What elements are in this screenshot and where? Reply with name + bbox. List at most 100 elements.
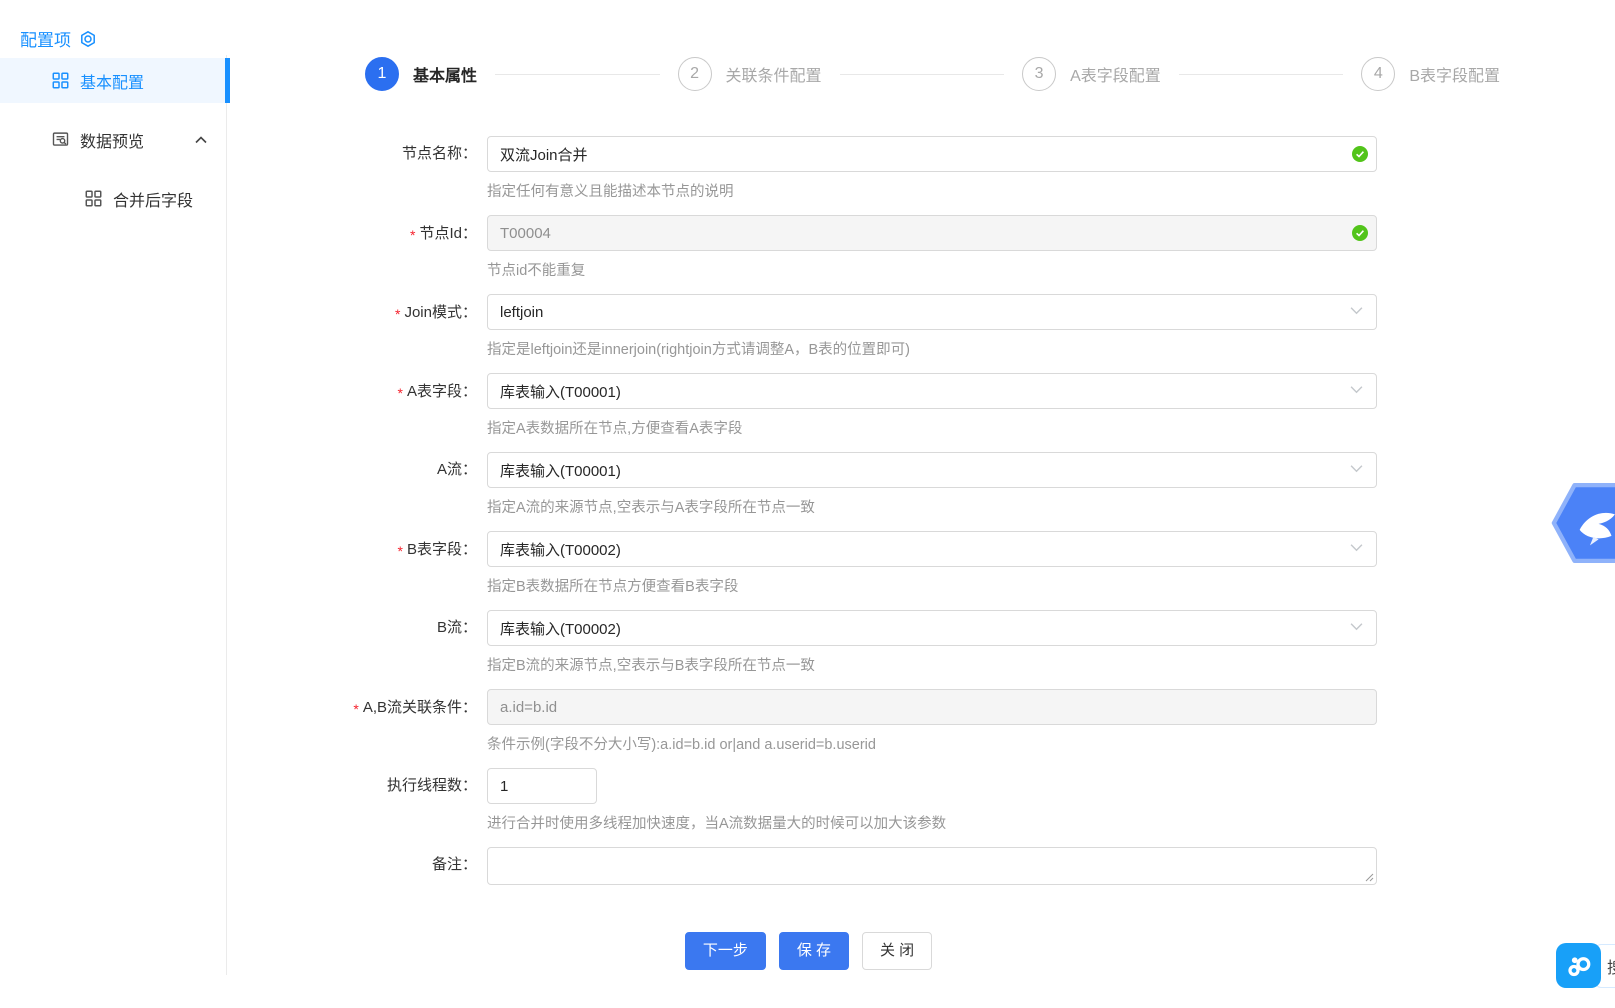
step-number: 2	[677, 57, 712, 91]
step-label: 基本属性	[413, 68, 478, 85]
field-label: * Join模式：	[227, 294, 487, 331]
step-connector	[495, 73, 660, 75]
chevron-down-icon	[1350, 543, 1363, 552]
form-row-remark: 备注：	[227, 847, 1390, 885]
field-helper: 指定A流的来源节点,空表示与A表字段所在节点一致	[487, 500, 815, 516]
field-body: 进行合并时使用多线程加快速度，当A流数据量大的时候可以加大该参数	[487, 768, 946, 833]
form-row-join-condition: *A,B流关联条件：条件示例(字段不分大小写):a.id=b.id or|and…	[227, 689, 1390, 754]
field-body: 库表输入(T00001) 指定A表数据所在节点,方便查看A表字段	[487, 373, 1377, 438]
field-helper: 指定B流的来源节点,空表示与B表字段所在节点一致	[487, 658, 815, 674]
field-label-text: 节点名称：	[401, 145, 477, 162]
field-helper: 进行合并时使用多线程加快速度，当A流数据量大的时候可以加大该参数	[487, 816, 947, 832]
remark-textarea[interactable]	[487, 847, 1377, 885]
select-value: 库表输入(T00001)	[500, 462, 621, 480]
form-row-thread-count: 执行线程数： 进行合并时使用多线程加快速度，当A流数据量大的时候可以加大该参数	[227, 768, 1390, 833]
sidebar-item-label: 基本配置	[80, 74, 145, 92]
close-button[interactable]: 关 闭	[862, 932, 933, 970]
valid-check-icon	[1352, 146, 1368, 162]
step-2[interactable]: 2 关联条件配置	[677, 57, 822, 91]
field-label: * 节点Id：	[227, 215, 487, 252]
node-name-field	[487, 136, 1377, 172]
chevron-down-icon	[1350, 306, 1363, 315]
required-asterisk: *	[397, 385, 403, 401]
grid-icon	[85, 190, 102, 207]
field-body: 指定任何有意义且能描述本节点的说明	[487, 136, 1377, 201]
field-label: B流：	[227, 610, 487, 646]
field-label-text: A表字段：	[406, 383, 477, 400]
assistant-bird-badge[interactable]	[1541, 480, 1615, 566]
file-search-icon	[52, 131, 69, 148]
sidebar-title: 配置项	[20, 26, 97, 51]
step-label: B表字段配置	[1409, 68, 1500, 85]
join-mode-select[interactable]: leftjoin	[487, 294, 1377, 330]
form-row-join-mode: * Join模式： leftjoin 指定是leftjoin还是innerjoin(r…	[227, 294, 1390, 359]
select-value: 库表输入(T00002)	[500, 541, 621, 559]
step-1[interactable]: 1 基本属性	[365, 57, 477, 91]
field-helper: 条件示例(字段不分大小写):a.id=b.id or|and a.userid=…	[487, 737, 876, 753]
netdisk-app-icon[interactable]	[1556, 943, 1601, 988]
form-row-stream-a: A流： 库表输入(T00001) 指定A流的来源节点,空表示与A表字段所在节点一致	[227, 452, 1390, 517]
field-helper: 指定B表数据所在节点方便查看B表字段	[487, 579, 739, 595]
field-label-text: 节点Id：	[419, 225, 477, 242]
required-asterisk: *	[410, 227, 416, 243]
field-label: A流：	[227, 452, 487, 488]
required-asterisk: *	[397, 543, 403, 559]
field-helper: 指定任何有意义且能描述本节点的说明	[487, 184, 734, 200]
step-number: 1	[365, 57, 399, 91]
sidebar-item-merged-fields[interactable]: 合并后字段	[0, 176, 227, 221]
field-body: leftjoin 指定是leftjoin还是innerjoin(rightjoin…	[487, 294, 1377, 359]
field-label-text: A,B流关联条件：	[362, 699, 477, 716]
join-condition-field	[487, 689, 1377, 725]
thread-count-field	[487, 768, 597, 804]
footer-actions: 下一步保 存关 闭	[227, 932, 1390, 970]
caret-up-icon[interactable]	[195, 135, 207, 144]
field-body: 条件示例(字段不分大小写):a.id=b.id or|and a.userid=…	[487, 689, 1377, 754]
chevron-down-icon	[1350, 385, 1363, 394]
stream-b-select[interactable]: 库表输入(T00002)	[487, 610, 1377, 646]
form-row-node-name: 节点名称： 指定任何有意义且能描述本节点的说明	[227, 136, 1390, 201]
step-number: 3	[1022, 57, 1057, 91]
resize-handle-icon[interactable]	[1365, 873, 1374, 882]
step-4[interactable]: 4 B表字段配置	[1361, 57, 1500, 91]
step-connector	[1178, 73, 1344, 75]
field-body: 库表输入(T00002) 指定B表数据所在节点方便查看B表字段	[487, 531, 1377, 596]
field-label-text: B表字段：	[406, 541, 477, 558]
chevron-down-icon	[1350, 622, 1363, 631]
sidebar-title-text: 配置项	[20, 31, 71, 50]
select-value: 库表输入(T00001)	[500, 383, 621, 401]
three-circles-icon	[1567, 956, 1590, 976]
field-helper: 节点id不能重复	[487, 263, 586, 279]
step-3[interactable]: 3 A表字段配置	[1022, 57, 1161, 91]
field-body: 节点id不能重复	[487, 215, 1377, 280]
field-label: * A,B流关联条件：	[227, 689, 487, 726]
field-label: 执行线程数：	[227, 768, 487, 804]
select-value: 库表输入(T00002)	[500, 620, 621, 638]
form-row-stream-b: B流： 库表输入(T00002) 指定B流的来源节点,空表示与B表字段所在节点一致	[227, 610, 1390, 675]
field-label-text: B流：	[436, 619, 477, 636]
clipped-panel-text: 搜	[1607, 954, 1615, 978]
step-label: A表字段配置	[1070, 68, 1161, 85]
table-a-fields-select[interactable]: 库表输入(T00001)	[487, 373, 1377, 409]
sidebar-item-label: 数据预览	[80, 133, 145, 151]
next-step-button[interactable]: 下一步	[684, 932, 766, 970]
required-asterisk: *	[353, 701, 359, 717]
field-label-text: A流：	[436, 461, 477, 478]
sidebar-item-basic-config[interactable]: 基本配置	[0, 58, 230, 103]
field-label-text: 备注：	[431, 856, 477, 873]
field-body: 库表输入(T00001) 指定A流的来源节点,空表示与A表字段所在节点一致	[487, 452, 1377, 517]
node-id-field	[487, 215, 1377, 251]
settings-gear-icon[interactable]	[79, 30, 97, 48]
field-body: 库表输入(T00002) 指定B流的来源节点,空表示与B表字段所在节点一致	[487, 610, 1377, 675]
field-label: * A表字段：	[227, 373, 487, 410]
config-form: 节点名称：指定任何有意义且能描述本节点的说明*节点Id：节点id不能重复*Joi…	[227, 136, 1390, 899]
sidebar-item-data-preview[interactable]: 数据预览	[0, 117, 227, 162]
save-button[interactable]: 保 存	[778, 932, 849, 970]
stream-a-select[interactable]: 库表输入(T00001)	[487, 452, 1377, 488]
field-label-text: 执行线程数：	[386, 777, 477, 794]
node-id-input	[487, 215, 1377, 251]
step-number: 4	[1361, 57, 1396, 91]
thread-count-input[interactable]	[487, 768, 597, 804]
field-label-text: Join模式：	[404, 304, 477, 321]
node-name-input[interactable]	[487, 136, 1377, 172]
table-b-fields-select[interactable]: 库表输入(T00002)	[487, 531, 1377, 567]
